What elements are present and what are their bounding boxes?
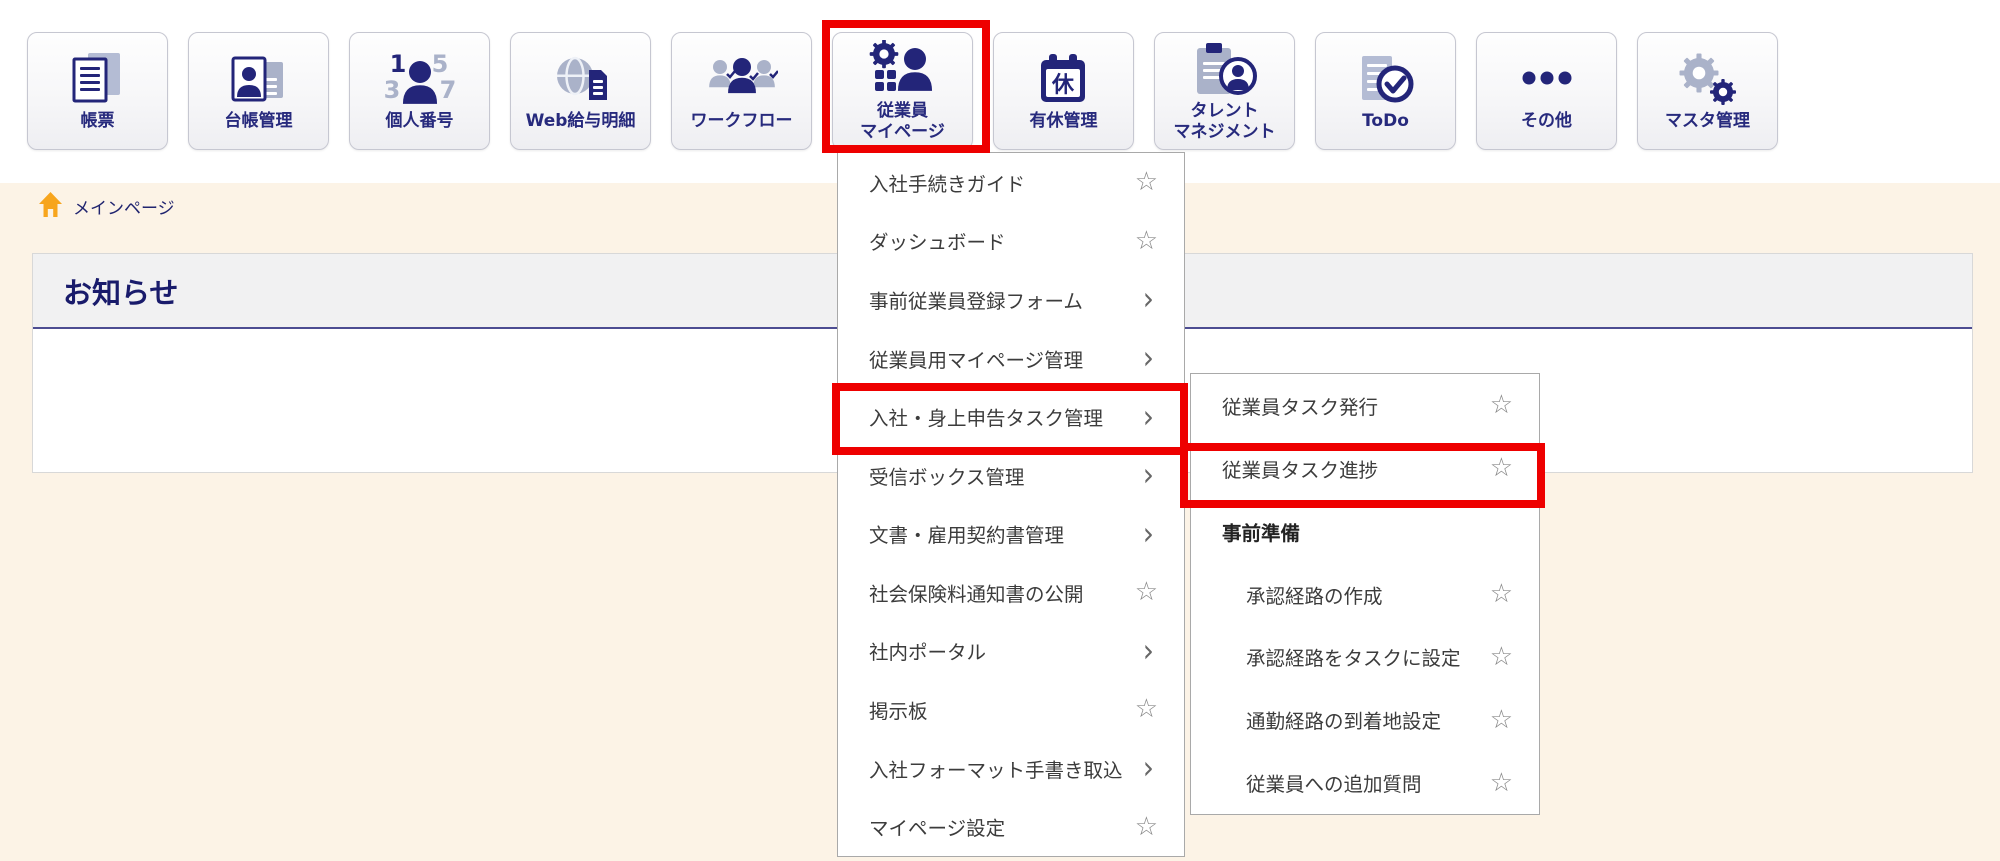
- nav-button-web-payslip[interactable]: Web給与明細: [510, 32, 651, 150]
- menu-item-6[interactable]: 受信ボックス管理 ›: [838, 446, 1184, 505]
- nav-button-individual-number[interactable]: 1537 個人番号: [349, 32, 490, 150]
- menu-item-7[interactable]: 従業員への追加質問 ☆: [1191, 751, 1539, 814]
- nav-button-leave-management[interactable]: 休 有休管理: [993, 32, 1134, 150]
- favorite-star-icon[interactable]: ☆: [1135, 228, 1158, 254]
- favorite-star-icon[interactable]: ☆: [1135, 169, 1158, 195]
- menu-item-2[interactable]: 従業員タスク進捗 ☆: [1191, 437, 1539, 500]
- nav-button-talent-management[interactable]: タレント マネジメント: [1154, 32, 1295, 150]
- svg-text:休: 休: [1050, 73, 1074, 98]
- notice-panel-title: お知らせ: [63, 270, 178, 312]
- menu-item-9[interactable]: 社内ポータル ›: [838, 622, 1184, 681]
- gear-person-icon: [867, 40, 939, 96]
- svg-text:3: 3: [384, 76, 400, 104]
- chevron-right-icon: ›: [1143, 459, 1154, 491]
- chevron-right-icon: ›: [1143, 518, 1154, 550]
- menu-item-1[interactable]: 従業員タスク発行 ☆: [1191, 374, 1539, 437]
- menu-item-12[interactable]: マイページ設定 ☆: [838, 797, 1184, 856]
- menu-item-5[interactable]: 入社・身上申告タスク管理 ›: [838, 387, 1184, 446]
- document-stack-icon: [62, 50, 134, 106]
- favorite-star-icon[interactable]: ☆: [1490, 455, 1513, 481]
- nav-button-others[interactable]: その他: [1476, 32, 1617, 150]
- people-workflow-icon: [706, 50, 778, 106]
- nav-button-employee-mypage[interactable]: 従業員 マイページ: [832, 32, 973, 150]
- menu-item-3: 事前準備: [1191, 500, 1539, 563]
- menu-item-2[interactable]: ダッシュボード ☆: [838, 212, 1184, 271]
- chevron-right-icon: ›: [1143, 283, 1154, 315]
- favorite-star-icon[interactable]: ☆: [1135, 579, 1158, 605]
- document-check-icon: [1350, 50, 1422, 106]
- globe-document-icon: [545, 50, 617, 106]
- nav-button-workflow[interactable]: ワークフロー: [671, 32, 812, 150]
- chevron-right-icon: ›: [1143, 752, 1154, 784]
- nav-button-reports[interactable]: 帳票: [27, 32, 168, 150]
- menu-item-8[interactable]: 社会保険料通知書の公開 ☆: [838, 563, 1184, 622]
- favorite-star-icon[interactable]: ☆: [1490, 707, 1513, 733]
- favorite-star-icon[interactable]: ☆: [1135, 814, 1158, 840]
- task-management-submenu: 従業員タスク発行 ☆ 従業員タスク進捗 ☆ 事前準備 承認経路の作成 ☆ 承認経…: [1190, 373, 1540, 815]
- svg-text:1: 1: [389, 50, 406, 78]
- svg-text:5: 5: [431, 50, 448, 78]
- breadcrumb-label[interactable]: メインページ: [73, 194, 175, 219]
- svg-text:7: 7: [439, 76, 455, 104]
- home-icon[interactable]: [38, 191, 63, 222]
- menu-item-3[interactable]: 事前従業員登録フォーム ›: [838, 270, 1184, 329]
- favorite-star-icon[interactable]: ☆: [1490, 392, 1513, 418]
- menu-item-11[interactable]: 入社フォーマット手書き取込 ›: [838, 739, 1184, 798]
- chevron-right-icon: ›: [1143, 635, 1154, 667]
- favorite-star-icon[interactable]: ☆: [1490, 770, 1513, 796]
- employee-mypage-dropdown-menu: 入社手続きガイド ☆ ダッシュボード ☆ 事前従業員登録フォーム › 従業員用マ…: [837, 152, 1185, 857]
- favorite-star-icon[interactable]: ☆: [1490, 644, 1513, 670]
- menu-item-6[interactable]: 通勤経路の到着地設定 ☆: [1191, 688, 1539, 751]
- menu-item-5[interactable]: 承認経路をタスクに設定 ☆: [1191, 625, 1539, 688]
- nav-button-todo[interactable]: ToDo: [1315, 32, 1456, 150]
- menu-item-4[interactable]: 承認経路の作成 ☆: [1191, 563, 1539, 626]
- main-nav: 帳票 台帳管理 1537 個人番号 Web給与明細 ワークフロー 従業員 マイペ…: [27, 32, 1778, 150]
- nav-button-master-management[interactable]: マスタ管理: [1637, 32, 1778, 150]
- nav-button-ledger-management[interactable]: 台帳管理: [188, 32, 329, 150]
- chevron-right-icon: ›: [1143, 400, 1154, 432]
- menu-item-4[interactable]: 従業員用マイページ管理 ›: [838, 329, 1184, 388]
- chevron-right-icon: ›: [1143, 342, 1154, 374]
- clipboard-person-icon: [1189, 40, 1261, 96]
- favorite-star-icon[interactable]: ☆: [1490, 581, 1513, 607]
- menu-item-1[interactable]: 入社手続きガイド ☆: [838, 153, 1184, 212]
- ellipsis-icon: [1511, 50, 1583, 106]
- breadcrumb[interactable]: メインページ: [38, 191, 175, 222]
- menu-item-10[interactable]: 掲示板 ☆: [838, 680, 1184, 739]
- gears-icon: [1672, 50, 1744, 106]
- calendar-kyu-icon: 休: [1028, 50, 1100, 106]
- id-card-icon: [223, 50, 295, 106]
- menu-item-7[interactable]: 文書・雇用契約書管理 ›: [838, 504, 1184, 563]
- page: 帳票 台帳管理 1537 個人番号 Web給与明細 ワークフロー 従業員 マイペ…: [0, 0, 2000, 861]
- favorite-star-icon[interactable]: ☆: [1135, 696, 1158, 722]
- person-number-icon: 1537: [384, 50, 456, 106]
